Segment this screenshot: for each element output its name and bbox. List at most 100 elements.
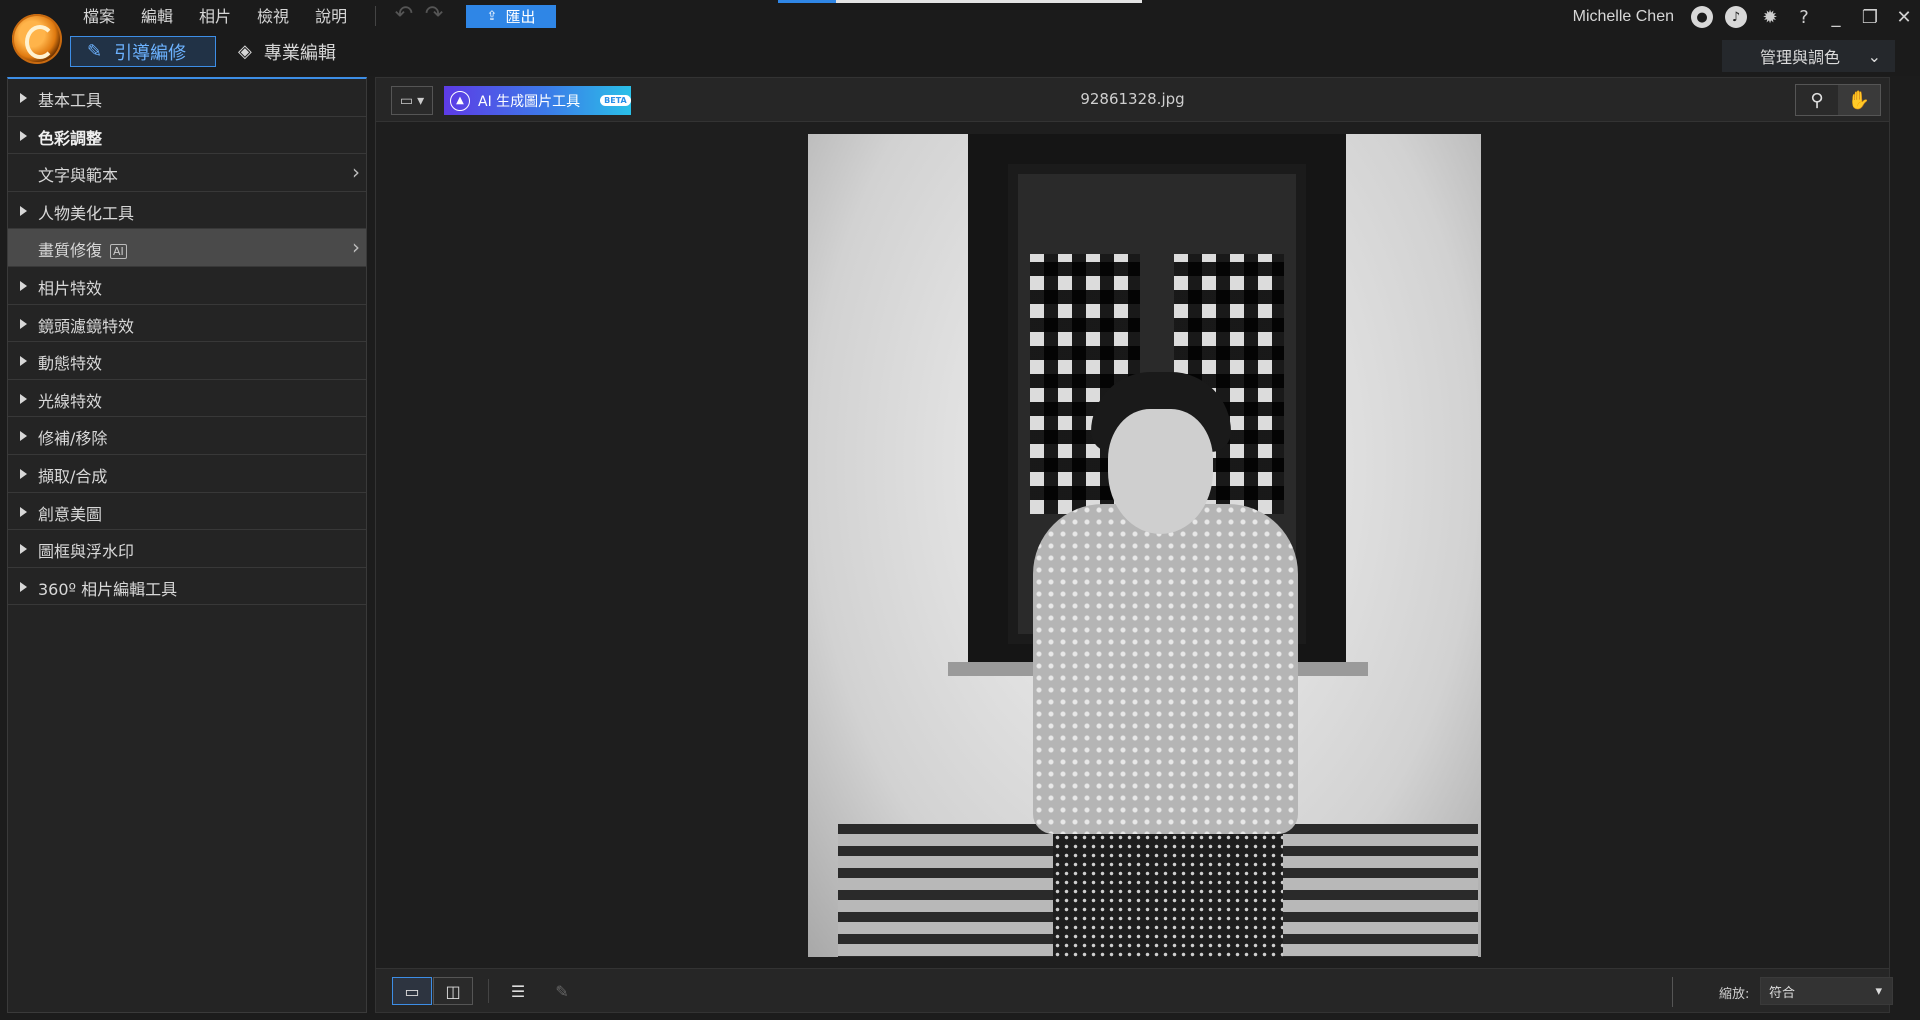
hand-icon[interactable]: ✋ [1838,85,1880,115]
category-360-photo[interactable]: 360º 相片編輯工具 [8,568,366,606]
single-view-button[interactable]: ▭ [392,977,432,1005]
category-text-templates[interactable]: 文字與範本 › [8,154,366,192]
category-label: 基本工具 [38,91,103,110]
category-label: 色彩調整 [38,128,103,148]
user-area: Michelle Chen ● ♪ ✹ ? _ ❐ ✕ [1573,0,1920,34]
category-label: 圖框與浮水印 [38,542,135,562]
category-label: 動態特效 [38,354,103,374]
category-label: 相片特效 [38,278,103,298]
tab-guided-edit-label: 引導編修 [114,42,187,64]
restore-icon[interactable]: ❐ [1854,2,1886,32]
menu-edit[interactable]: 編輯 [128,4,186,30]
category-label: 創意美圖 [38,504,103,524]
pen-icon[interactable]: ✎ [542,977,582,1005]
category-label: 鏡頭濾鏡特效 [38,316,135,336]
expand-triangle-icon [20,581,27,592]
file-name: 92861328.jpg [1080,90,1185,108]
expand-triangle-icon [20,506,27,517]
category-repair-remove[interactable]: 修補/移除 [8,417,366,455]
expand-triangle-icon [20,468,27,479]
tab-pro-edit[interactable]: ◈ 專業編輯 [238,36,336,67]
menu-view[interactable]: 檢視 [244,4,302,30]
menu-help[interactable]: 說明 [302,4,360,30]
canvas-bottom-bar: ▭ ◫ ☰ ✎ 縮放: 符合 ▾ [376,968,1893,1012]
upload-icon: ⇪ [486,9,498,24]
category-label: 360º 相片編輯工具 [38,579,178,599]
category-lens-filters[interactable]: 鏡頭濾鏡特效 [8,305,366,343]
zoom-value: 符合 [1769,985,1796,1001]
expand-triangle-icon [20,318,27,329]
gear-icon[interactable]: ✹ [1756,3,1784,31]
category-motion-effects[interactable]: 動態特效 [8,342,366,380]
minimize-icon[interactable]: _ [1820,2,1852,32]
menu-photo[interactable]: 相片 [186,4,244,30]
category-label: 人物美化工具 [38,203,135,223]
app-logo[interactable] [12,14,62,64]
bottom-divider [1672,977,1673,1007]
chevron-down-icon: ▾ [1875,983,1882,999]
export-label: 匯出 [505,8,536,26]
expand-triangle-icon [20,130,27,141]
manage-color-dropdown[interactable]: 管理與調色 ⌄ [1722,40,1895,72]
redo-icon[interactable]: ↷ [420,4,448,28]
user-name[interactable]: Michelle Chen [1573,8,1674,26]
category-label: 光線特效 [38,391,103,411]
category-label: 文字與範本 [38,166,119,186]
expand-triangle-icon [20,205,27,216]
expand-triangle-icon [20,356,27,367]
menu-file[interactable]: 檔案 [70,4,128,30]
zoom-dropdown[interactable]: 符合 ▾ [1760,977,1893,1005]
tab-pro-edit-label: 專業編輯 [263,42,336,64]
category-portrait-tools[interactable]: 人物美化工具 [8,192,366,230]
photo-subject-legs [1053,824,1283,957]
expand-triangle-icon [20,93,27,103]
bell-icon[interactable]: ♪ [1722,3,1750,31]
menu-bar: 檔案 編輯 相片 檢視 說明 [70,4,360,30]
photo-preview[interactable] [808,134,1481,957]
magic-wand-icon: ✎ [87,41,103,62]
bottom-divider [488,979,489,1003]
expand-triangle-icon [20,431,27,442]
expand-triangle-icon [20,280,27,291]
category-color-adjust[interactable]: 色彩調整 [8,117,366,155]
menu-divider [375,6,376,26]
chevron-down-icon: ⌄ [1867,46,1881,66]
category-label: 修補/移除 [38,429,108,449]
manage-color-label: 管理與調色 [1760,48,1841,67]
zoom-label: 縮放: [1719,987,1750,1002]
category-extract-compose[interactable]: 擷取/合成 [8,455,366,493]
category-light-effects[interactable]: 光線特效 [8,380,366,418]
category-creative-design[interactable]: 創意美圖 [8,493,366,531]
export-button[interactable]: ⇪ 匯出 [466,5,556,28]
view-tools: ⚲ ✋ [1795,84,1881,116]
progress-bar [778,0,1142,3]
tool-category-panel: 基本工具 色彩調整 文字與範本 › 人物美化工具 畫質修復 AI › 相片特效 鏡… [7,77,367,1013]
compare-view-button[interactable]: ◫ [433,977,473,1005]
title-bar: 檔案 編輯 相片 檢視 說明 ↶ ↷ ⇪ 匯出 Michelle Chen ● … [0,0,1920,76]
category-label: 擷取/合成 [38,466,108,486]
chevron-right-icon: › [352,235,360,260]
photo-subject-body [1033,504,1298,834]
category-label: 畫質修復 AI [38,237,127,261]
magnifier-icon[interactable]: ⚲ [1796,85,1838,115]
expand-triangle-icon [20,544,27,555]
category-photo-effects[interactable]: 相片特效 [8,267,366,305]
tab-guided-edit[interactable]: ✎ 引導編修 [70,36,216,67]
ai-badge: AI [110,244,127,260]
layers-icon: ◈ [238,41,252,62]
category-label-text: 畫質修復 [38,241,103,261]
photo-canvas-panel: ▭ ▾ ▲ AI 生成圖片工具 BETA 92861328.jpg ⚲ ✋ ▭ [375,77,1893,1013]
photo-subject-face [1108,409,1213,534]
question-icon[interactable]: ? [1790,3,1818,31]
undo-icon[interactable]: ↶ [390,4,418,28]
close-icon[interactable]: ✕ [1888,2,1920,32]
chevron-right-icon: › [352,160,360,185]
progress-fill [778,0,837,3]
history-icon[interactable]: ☰ [498,977,538,1005]
expand-triangle-icon [20,393,27,404]
canvas-toolbar: ▭ ▾ ▲ AI 生成圖片工具 BETA 92861328.jpg ⚲ ✋ [376,78,1889,122]
account-icon[interactable]: ● [1688,3,1716,31]
category-quality-restore[interactable]: 畫質修復 AI › [8,229,366,267]
category-frames-watermark[interactable]: 圖框與浮水印 [8,530,366,568]
category-basic-tools[interactable]: 基本工具 [8,79,366,117]
